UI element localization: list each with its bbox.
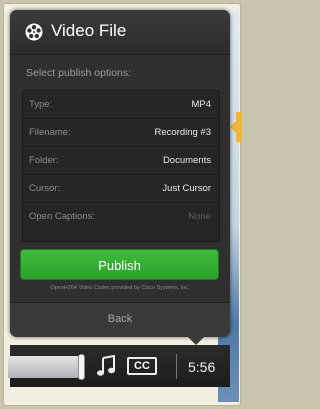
music-note-icon[interactable] (96, 355, 116, 377)
option-row-type[interactable]: Type: MP4 (23, 91, 219, 119)
option-label: Folder: (29, 155, 59, 166)
option-row-cursor[interactable]: Cursor: Just Cursor (23, 175, 219, 203)
player-control-bar: CC 5:56 (8, 345, 230, 387)
timeline-handle[interactable] (78, 354, 85, 380)
codec-attribution: OpenH264 Video Codec provided by Cisco S… (50, 285, 190, 291)
option-value: Just Cursor (162, 183, 211, 194)
film-reel-icon (25, 23, 43, 41)
option-label: Type: (29, 99, 53, 110)
option-label: Filename: (29, 127, 71, 138)
option-value: MP4 (191, 99, 211, 110)
publish-button[interactable]: Publish (20, 249, 219, 280)
options-list: Type: MP4 Filename: Recording #3 Folder:… (22, 90, 220, 242)
divider (176, 354, 177, 379)
publish-dialog: Video File Select publish options: Type:… (10, 10, 230, 337)
option-value: Recording #3 (154, 127, 211, 138)
option-label: Open Captions: (29, 211, 96, 222)
option-row-folder[interactable]: Folder: Documents (23, 147, 219, 175)
option-value: Documents (162, 155, 211, 166)
dialog-title: Video File (51, 21, 127, 40)
option-row-open-captions[interactable]: Open Captions: None (23, 203, 219, 230)
duration-label: 5:56 (188, 359, 216, 375)
back-bar: Back (10, 302, 230, 337)
options-subtitle: Select publish options: (26, 67, 132, 79)
back-button[interactable]: Back (10, 313, 230, 325)
option-label: Cursor: (29, 183, 61, 194)
option-value: None (188, 211, 211, 222)
option-row-filename[interactable]: Filename: Recording #3 (23, 119, 219, 147)
callout-pointer-icon (230, 116, 241, 138)
timeline-track[interactable] (8, 356, 80, 378)
dialog-tail (186, 335, 206, 345)
dialog-title-bar: Video File (10, 10, 230, 55)
closed-captions-icon[interactable]: CC (127, 357, 157, 375)
